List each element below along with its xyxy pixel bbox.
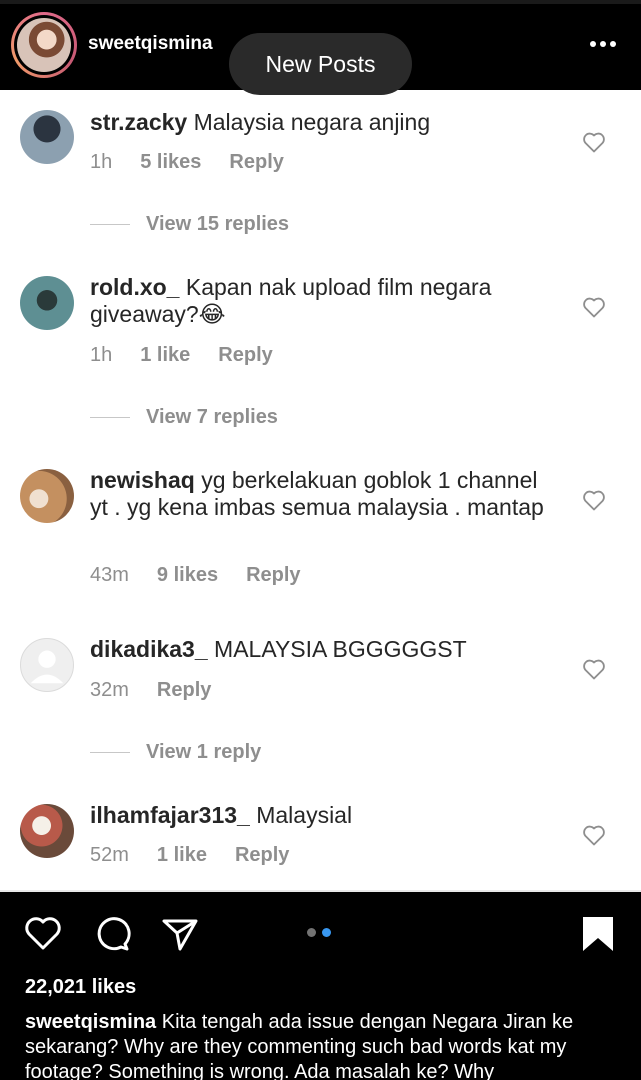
avatar[interactable] — [20, 638, 74, 692]
post-footer: 22,021 likes sweetqismina Kita tengah ad… — [0, 890, 641, 1080]
comment-meta: 32m Reply — [90, 679, 211, 702]
comment-username[interactable]: dikadika3_ — [90, 636, 208, 662]
view-replies-button[interactable]: View 7 replies — [90, 406, 278, 429]
comments-list: str.zacky Malaysia negara anjing 1h 5 li… — [0, 90, 641, 890]
avatar[interactable] — [20, 110, 74, 164]
comment-time: 1h — [90, 344, 113, 366]
comment-username[interactable]: newishaq — [90, 467, 195, 493]
comment-text-block: str.zacky Malaysia negara anjing — [90, 109, 560, 136]
comment-text: MALAYSIA BGGGGGST — [214, 636, 467, 662]
footer-divider — [0, 890, 641, 892]
comment-time: 32m — [90, 679, 129, 701]
heart-icon[interactable] — [23, 914, 63, 954]
heart-icon[interactable] — [582, 824, 606, 846]
avatar[interactable] — [20, 276, 74, 330]
avatar[interactable] — [20, 469, 74, 523]
heart-icon[interactable] — [582, 489, 606, 511]
divider-line — [90, 752, 130, 753]
comment-time: 52m — [90, 844, 129, 866]
comment-likes[interactable]: 9 likes — [157, 564, 218, 587]
comment-likes[interactable]: 1 like — [140, 344, 190, 367]
likes-count[interactable]: 22,021 likes — [25, 976, 136, 999]
reply-button[interactable]: Reply — [246, 564, 300, 587]
view-replies-button[interactable]: View 15 replies — [90, 213, 289, 236]
more-horizontal-icon[interactable] — [590, 36, 618, 52]
comment-meta: 1h 5 likes Reply — [90, 151, 284, 174]
story-avatar[interactable] — [11, 12, 77, 78]
view-replies-label: View 15 replies — [146, 213, 290, 235]
comment-icon[interactable] — [92, 914, 132, 954]
status-divider — [0, 0, 641, 4]
new-posts-button[interactable]: New Posts — [229, 33, 412, 95]
comment-username[interactable]: rold.xo_ — [90, 274, 179, 300]
caption-username[interactable]: sweetqismina — [25, 1011, 156, 1033]
post-caption: sweetqismina Kita tengah ada issue denga… — [25, 1010, 625, 1080]
avatar[interactable] — [20, 804, 74, 858]
comment-meta: 43m 9 likes Reply — [90, 564, 301, 587]
comment-text-block: rold.xo_ Kapan nak upload film negara gi… — [90, 274, 560, 328]
carousel-dot — [307, 928, 316, 937]
comment-text: Malaysia negara anjing — [193, 109, 431, 135]
divider-line — [90, 224, 130, 225]
carousel-dot-active — [322, 928, 331, 937]
heart-icon[interactable] — [582, 658, 606, 680]
comment-username[interactable]: str.zacky — [90, 109, 187, 135]
heart-icon[interactable] — [582, 296, 606, 318]
comment-likes[interactable]: 5 likes — [140, 151, 201, 174]
bookmark-icon[interactable] — [578, 914, 618, 954]
reply-button[interactable]: Reply — [157, 679, 211, 702]
reply-button[interactable]: Reply — [218, 344, 272, 367]
reply-button[interactable]: Reply — [235, 844, 289, 867]
comment-username[interactable]: ilhamfajar313_ — [90, 802, 250, 828]
comment-text-block: dikadika3_ MALAYSIA BGGGGGST — [90, 636, 560, 663]
comment-meta: 52m 1 like Reply — [90, 844, 289, 867]
comment-time: 43m — [90, 564, 129, 586]
comment-text-block: ilhamfajar313_ Malaysial — [90, 802, 560, 829]
comment-text: Malaysial — [256, 802, 353, 828]
comment-meta: 1h 1 like Reply — [90, 344, 273, 367]
heart-icon[interactable] — [582, 131, 606, 153]
comment-likes[interactable]: 1 like — [157, 844, 207, 867]
carousel-indicator — [307, 928, 331, 937]
default-avatar-icon — [30, 650, 64, 684]
reply-button[interactable]: Reply — [229, 151, 283, 174]
header-username[interactable]: sweetqismina — [88, 33, 213, 55]
divider-line — [90, 417, 130, 418]
comment-text-block: newishaq yg berkelakuan goblok 1 channel… — [90, 467, 560, 521]
view-replies-label: View 1 reply — [146, 741, 262, 763]
comment-time: 1h — [90, 151, 113, 173]
share-icon[interactable] — [160, 914, 200, 954]
view-replies-label: View 7 replies — [146, 406, 278, 428]
avatar — [17, 18, 71, 72]
view-replies-button[interactable]: View 1 reply — [90, 741, 261, 764]
